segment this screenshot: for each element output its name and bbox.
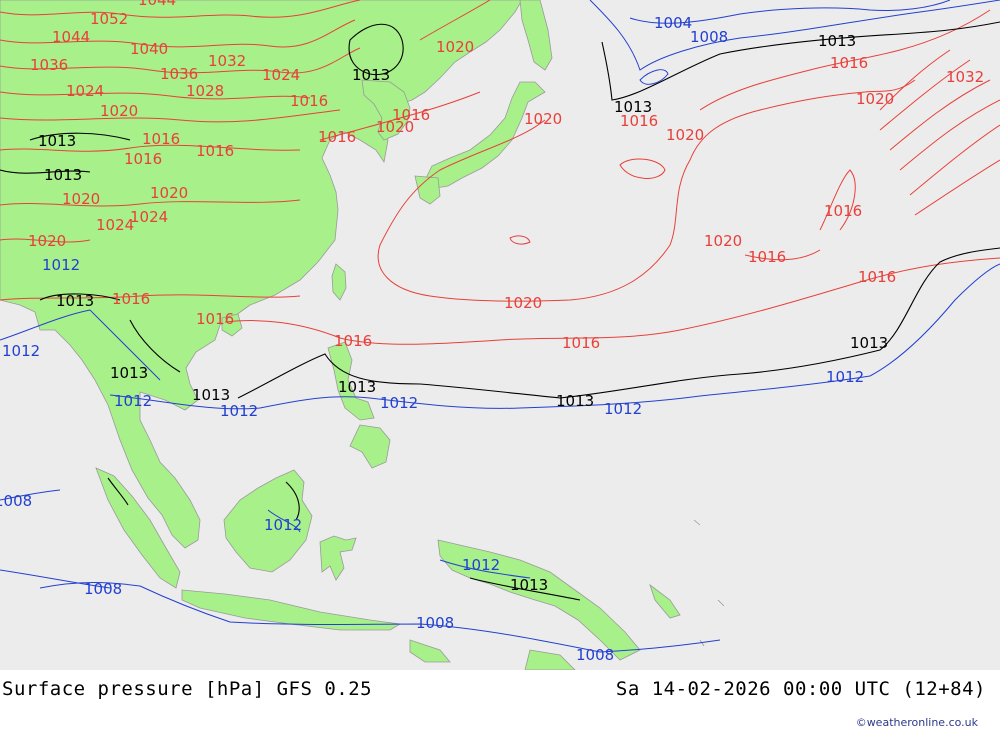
label-1016: 1016 xyxy=(318,128,356,146)
label-1020: 1020 xyxy=(28,232,66,250)
label-1012: 1012 xyxy=(380,394,418,412)
label-1024: 1024 xyxy=(66,82,104,100)
label-1016: 1016 xyxy=(290,92,328,110)
label-1013: 1013 xyxy=(110,364,148,382)
label-1032: 1032 xyxy=(946,68,984,86)
label-1013: 1013 xyxy=(614,98,652,116)
label-1012: 1012 xyxy=(462,556,500,574)
label-1013: 1013 xyxy=(850,334,888,352)
land-taiwan xyxy=(331,263,347,301)
label-1036: 1036 xyxy=(30,56,68,74)
label-1008: 1008 xyxy=(690,28,728,46)
map-title: Surface pressure [hPa] GFS 0.25 xyxy=(2,678,373,700)
label-1028: 1028 xyxy=(186,82,224,100)
label-1004: 1004 xyxy=(654,14,692,32)
label-1024: 1024 xyxy=(96,216,134,234)
label-1020: 1020 xyxy=(704,232,742,250)
label-1012: 1012 xyxy=(2,342,40,360)
label-1016: 1016 xyxy=(142,130,180,148)
label-1020: 1020 xyxy=(100,102,138,120)
label-1012: 1012 xyxy=(42,256,80,274)
label-1013: 1013 xyxy=(338,378,376,396)
label-1008: 1008 xyxy=(416,614,454,632)
label-1016: 1016 xyxy=(124,150,162,168)
land-australia-tip xyxy=(524,649,576,670)
map-canvas: 1044 1052 1044 1040 1036 1036 1032 1024 … xyxy=(0,0,1000,670)
map-datetime: Sa 14-02-2026 00:00 UTC (12+84) xyxy=(615,678,986,700)
label-1008: 1008 xyxy=(0,492,32,510)
label-1020: 1020 xyxy=(62,190,100,208)
label-1016: 1016 xyxy=(196,310,234,328)
label-1016: 1016 xyxy=(196,142,234,160)
label-1020: 1020 xyxy=(150,184,188,202)
label-1013: 1013 xyxy=(556,392,594,410)
land-pacific-islets xyxy=(693,519,725,647)
label-1016: 1016 xyxy=(562,334,600,352)
land-sulawesi xyxy=(319,535,357,581)
label-1008: 1008 xyxy=(576,646,614,664)
label-1020: 1020 xyxy=(666,126,704,144)
weather-map: 1044 1052 1044 1040 1036 1036 1032 1024 … xyxy=(0,0,1000,670)
label-1013: 1013 xyxy=(44,166,82,184)
label-1016: 1016 xyxy=(334,332,372,350)
label-1020: 1020 xyxy=(504,294,542,312)
label-1020: 1020 xyxy=(856,90,894,108)
label-1052: 1052 xyxy=(90,10,128,28)
label-1012: 1012 xyxy=(114,392,152,410)
label-1012: 1012 xyxy=(604,400,642,418)
label-1012: 1012 xyxy=(220,402,258,420)
land-bismarck xyxy=(649,583,681,619)
label-1008: 1008 xyxy=(84,580,122,598)
label-1044: 1044 xyxy=(138,0,176,9)
label-1013: 1013 xyxy=(818,32,856,50)
label-1012: 1012 xyxy=(264,516,302,534)
label-1020: 1020 xyxy=(524,110,562,128)
label-1016: 1016 xyxy=(824,202,862,220)
label-1032: 1032 xyxy=(208,52,246,70)
label-1044: 1044 xyxy=(52,28,90,46)
label-1024: 1024 xyxy=(130,208,168,226)
label-1016: 1016 xyxy=(112,290,150,308)
label-1013: 1013 xyxy=(510,576,548,594)
label-1013: 1013 xyxy=(352,66,390,84)
land-japan-north xyxy=(424,81,546,189)
label-1013: 1013 xyxy=(56,292,94,310)
label-1016: 1016 xyxy=(748,248,786,266)
label-1024: 1024 xyxy=(262,66,300,84)
label-1012: 1012 xyxy=(826,368,864,386)
land-japan-south xyxy=(414,175,441,205)
land-sakhalin-hokkaido xyxy=(519,0,553,71)
label-1016: 1016 xyxy=(392,106,430,124)
land-timor xyxy=(409,639,451,663)
label-1016: 1016 xyxy=(858,268,896,286)
label-1040: 1040 xyxy=(130,40,168,58)
land-visayas xyxy=(349,424,391,469)
label-1016: 1016 xyxy=(830,54,868,72)
label-1013: 1013 xyxy=(38,132,76,150)
label-1036: 1036 xyxy=(160,65,198,83)
credit-link[interactable]: ©weatheronline.co.uk xyxy=(856,716,978,729)
label-1020: 1020 xyxy=(436,38,474,56)
